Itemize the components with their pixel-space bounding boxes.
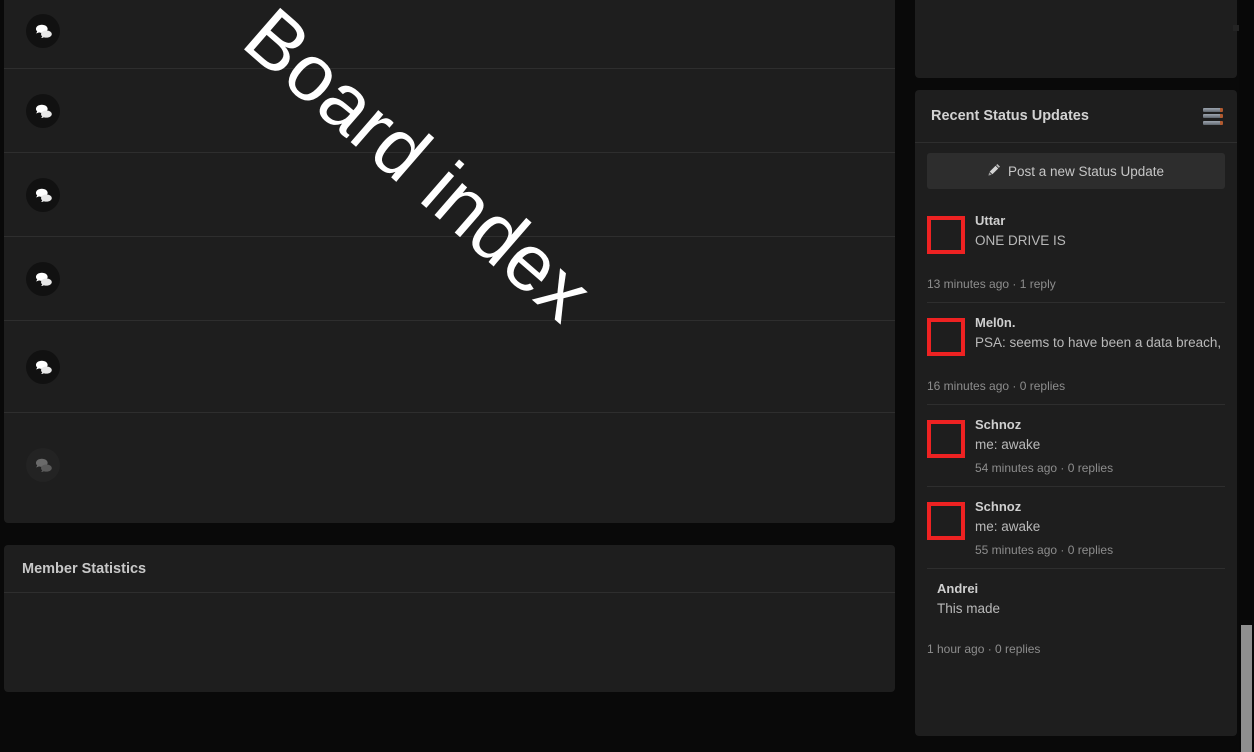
status-update-meta: 54 minutes ago · 0 replies — [975, 461, 1114, 475]
status-update-text: Schnoz me: awake — [975, 417, 1225, 455]
status-update-item[interactable]: Uttar ONE DRIVE IS 13 minutes ago · 1 repl… — [927, 199, 1225, 302]
status-update-message: ONE DRIVE IS — [975, 233, 1066, 248]
forum-row[interactable] — [4, 68, 895, 152]
forum-unread-icon[interactable] — [26, 349, 60, 384]
status-update-text: Andrei This made — [937, 581, 1225, 619]
left-column: Board index Member Statistics — [4, 0, 895, 752]
forum-row[interactable] — [4, 412, 895, 517]
status-update-message: This made — [937, 601, 1001, 616]
forum-row-body — [60, 278, 895, 279]
list-view-icon[interactable] — [1203, 107, 1223, 125]
forum-row[interactable] — [4, 236, 895, 320]
status-update-username[interactable]: Schnoz — [975, 499, 1225, 515]
forum-row[interactable] — [4, 320, 895, 412]
forum-row-body — [60, 194, 895, 195]
status-update-meta: 13 minutes ago · 1 reply — [927, 277, 1056, 291]
status-update-row: Schnoz me: awake — [927, 417, 1225, 458]
avatar-broken-image[interactable] — [927, 318, 965, 356]
status-update-message: me: awake — [975, 519, 1041, 534]
forum-unread-icon[interactable] — [26, 14, 60, 48]
forum-row[interactable] — [4, 152, 895, 236]
page-scrollbar-thumb[interactable] — [1241, 625, 1252, 752]
status-update-row: Mel0n. PSA: seems to have been a data bre… — [927, 315, 1225, 356]
status-update-row: Schnoz me: awake — [927, 499, 1225, 540]
avatar-broken-image[interactable] — [927, 216, 965, 254]
status-update-username[interactable]: Mel0n. — [975, 315, 1225, 331]
status-update-meta: 16 minutes ago · 0 replies — [927, 379, 1066, 393]
status-update-item[interactable]: Mel0n. PSA: seems to have been a data bre… — [927, 302, 1225, 404]
forum-unread-icon[interactable] — [26, 177, 60, 212]
status-update-row: Andrei This made — [927, 581, 1225, 619]
status-update-text: Uttar ONE DRIVE IS — [975, 213, 1225, 251]
status-update-list: Uttar ONE DRIVE IS 13 minutes ago · 1 repl… — [927, 199, 1225, 667]
recent-status-updates-body: Post a new Status Update Uttar ONE DRIVE … — [915, 143, 1237, 667]
member-statistics-header: Member Statistics — [4, 545, 895, 593]
pencil-icon — [988, 163, 1001, 179]
page-root: Board index Member Statistics Recent Sta… — [0, 0, 1254, 752]
status-update-item[interactable]: Schnoz me: awake 55 minutes ago · 0 replie… — [927, 486, 1225, 568]
status-update-item[interactable]: Andrei This made 1 hour ago · 0 replies — [927, 568, 1225, 667]
status-update-meta: 55 minutes ago · 0 replies — [975, 543, 1114, 557]
list-view-icon-bar — [1203, 120, 1223, 125]
forum-category-list — [4, 0, 895, 523]
status-update-username[interactable]: Uttar — [975, 213, 1225, 229]
forum-row-body — [60, 366, 895, 367]
status-update-message: me: awake — [975, 437, 1041, 452]
member-statistics-body — [4, 593, 895, 691]
page-scrollbar[interactable] — [1239, 0, 1254, 752]
status-update-item[interactable]: Schnoz me: awake 54 minutes ago · 0 replie… — [927, 404, 1225, 486]
status-update-message: PSA: seems to have been a data breach, — [975, 335, 1222, 350]
forum-read-icon[interactable] — [26, 448, 60, 482]
avatar-broken-image[interactable] — [927, 420, 965, 458]
empty-panel — [915, 0, 1237, 78]
list-view-icon-bar — [1203, 114, 1223, 118]
list-view-icon-bar — [1203, 107, 1223, 112]
status-update-username[interactable]: Schnoz — [975, 417, 1225, 433]
avatar-broken-image[interactable] — [927, 502, 965, 540]
forum-row-body — [60, 31, 895, 32]
member-statistics-panel: Member Statistics — [4, 545, 895, 692]
status-update-text: Schnoz me: awake — [975, 499, 1225, 537]
forum-unread-icon[interactable] — [26, 93, 60, 128]
forum-unread-icon[interactable] — [26, 261, 60, 296]
forum-row-body — [60, 110, 895, 111]
recent-status-updates-header: Recent Status Updates — [915, 90, 1237, 143]
forum-row-body — [60, 465, 895, 466]
recent-status-updates-panel: Recent Status Updates Post a new Status … — [915, 90, 1237, 736]
status-update-row: Uttar ONE DRIVE IS — [927, 213, 1225, 254]
post-new-status-update-button[interactable]: Post a new Status Update — [927, 153, 1225, 189]
forum-row[interactable] — [4, 0, 895, 68]
recent-status-updates-title: Recent Status Updates — [931, 108, 1089, 124]
member-statistics-title: Member Statistics — [22, 560, 147, 577]
status-update-username[interactable]: Andrei — [937, 581, 1225, 597]
post-new-status-update-label: Post a new Status Update — [1007, 163, 1165, 179]
status-update-text: Mel0n. PSA: seems to have been a data bre… — [975, 315, 1225, 353]
status-update-meta: 1 hour ago · 0 replies — [927, 642, 1041, 656]
